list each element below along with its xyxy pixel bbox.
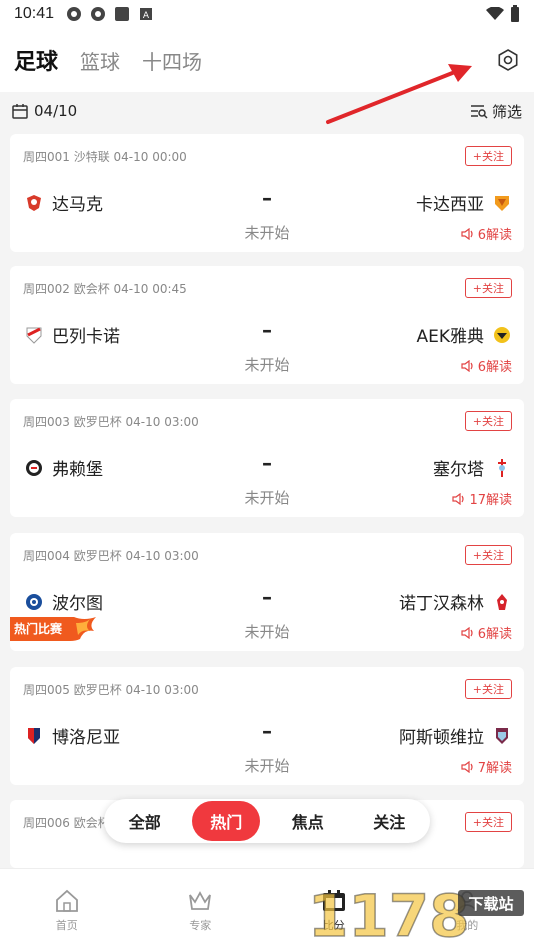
follow-button[interactable]: +关注 [464, 146, 512, 166]
away-team: 阿斯顿维拉 [399, 723, 512, 748]
away-team-name: 卡达西亚 [416, 195, 484, 215]
match-meta: 周四005 欧罗巴杯 04-10 03:00 [23, 683, 199, 697]
match-status: 未开始 [244, 757, 290, 775]
crown-icon [189, 891, 212, 910]
tab-basketball[interactable]: 篮球 [80, 46, 120, 75]
nav-expert[interactable]: 专家 [134, 869, 268, 950]
team-crest-icon [496, 727, 508, 744]
follow-button[interactable]: +关注 [464, 545, 512, 565]
follow-button[interactable]: +关注 [464, 812, 512, 832]
match-filter-pill: 全部 热门 焦点 关注 [104, 799, 430, 843]
tab-football[interactable]: 足球 [14, 44, 58, 76]
match-card[interactable]: 周四001 沙特联 04-10 00:00 +关注 达马克 – 卡达西亚 未开始… [10, 134, 524, 252]
away-team: AEK雅典 [416, 322, 512, 347]
calendar-icon[interactable] [12, 103, 28, 119]
date-filter-bar: 04/10 筛选 [0, 92, 534, 130]
match-card[interactable]: 周四005 欧罗巴杯 04-10 03:00 +关注 博洛尼亚 – 阿斯顿维拉 … [10, 667, 524, 785]
soccer-notification-icon [67, 7, 82, 21]
away-team-name: AEK雅典 [416, 327, 484, 347]
follow-button[interactable]: +关注 [464, 679, 512, 699]
match-status: 未开始 [244, 489, 290, 507]
match-status: 未开始 [244, 356, 290, 374]
speaker-icon [461, 359, 473, 372]
follow-button[interactable]: +关注 [464, 411, 512, 431]
team-crest-icon [494, 326, 510, 343]
battery-icon [511, 5, 519, 22]
match-meta: 周四004 欧罗巴杯 04-10 03:00 [23, 549, 199, 563]
reads-count: 6解读 [477, 627, 512, 642]
away-team-name: 阿斯顿维拉 [399, 728, 484, 748]
status-time: 10:41 [14, 5, 55, 22]
reads-link[interactable]: 6解读 [461, 224, 512, 243]
away-team: 塞尔塔 [433, 455, 512, 480]
reads-link[interactable]: 6解读 [461, 356, 512, 375]
reads-count: 17解读 [469, 493, 512, 508]
home-icon [55, 889, 78, 912]
svg-text:A: A [143, 11, 150, 21]
watermark-logo: 1178 下载站 [307, 880, 528, 950]
match-meta: 周四003 欧罗巴杯 04-10 03:00 [23, 415, 199, 429]
match-meta: 周四002 欧会杯 04-10 00:45 [23, 282, 187, 296]
away-team: 诺丁汉森林 [399, 589, 512, 614]
match-card[interactable]: 周四003 欧罗巴杯 04-10 03:00 +关注 弗赖堡 – 塞尔塔 未开始… [10, 399, 524, 517]
filter-follow[interactable]: 关注 [355, 801, 423, 841]
follow-button[interactable]: +关注 [464, 278, 512, 298]
wifi-icon [486, 7, 504, 20]
nav-home-label: 首页 [55, 919, 78, 932]
speaker-icon [452, 492, 465, 505]
match-status: 未开始 [244, 224, 290, 242]
watermark-text: 下载站 [468, 895, 513, 913]
reads-link[interactable]: 7解读 [461, 757, 512, 776]
reads-link[interactable]: 17解读 [452, 489, 512, 508]
away-team-name: 诺丁汉森林 [399, 594, 484, 614]
nav-home[interactable]: 首页 [0, 869, 134, 950]
match-meta: 周四006 欧会杯 [23, 816, 110, 830]
reads-link[interactable]: 6解读 [461, 623, 512, 642]
reads-count: 7解读 [477, 761, 512, 776]
settings-icon[interactable] [496, 48, 520, 72]
filter-focus[interactable]: 焦点 [274, 801, 342, 841]
away-team: 卡达西亚 [416, 190, 512, 215]
app-notification-icon [115, 7, 130, 21]
speaker-icon [461, 227, 473, 240]
tab-fourteen[interactable]: 十四场 [142, 46, 202, 75]
soccer-notification-icon-2 [91, 7, 106, 21]
reads-count: 6解读 [477, 228, 512, 243]
speaker-icon [461, 760, 473, 773]
date-label[interactable]: 04/10 [34, 102, 77, 120]
filter-hot[interactable]: 热门 [192, 801, 261, 841]
team-crest-icon [495, 195, 509, 211]
match-card[interactable]: 周四002 欧会杯 04-10 00:45 +关注 巴列卡诺 – AEK雅典 未… [10, 266, 524, 384]
match-meta: 周四001 沙特联 04-10 00:00 [23, 150, 187, 164]
hot-badge-label: 热门比赛 [14, 622, 63, 636]
team-crest-icon [497, 593, 507, 610]
team-crest-icon [498, 458, 506, 477]
nav-expert-label: 专家 [189, 919, 212, 932]
reads-count: 6解读 [477, 360, 512, 375]
filter-button[interactable]: 筛选 [470, 101, 522, 122]
a-notification-icon: A [140, 8, 153, 21]
status-bar: 10:41 A [0, 0, 534, 28]
away-team-name: 塞尔塔 [433, 460, 484, 480]
filter-icon [470, 105, 488, 119]
filter-label: 筛选 [491, 102, 522, 121]
watermark-graphic: 1178 下载站 [307, 881, 524, 950]
watermark-number: 1178 [308, 882, 469, 946]
speaker-icon [461, 626, 473, 639]
filter-all[interactable]: 全部 [111, 801, 179, 841]
hot-match-badge: 热门比赛 [10, 617, 96, 641]
